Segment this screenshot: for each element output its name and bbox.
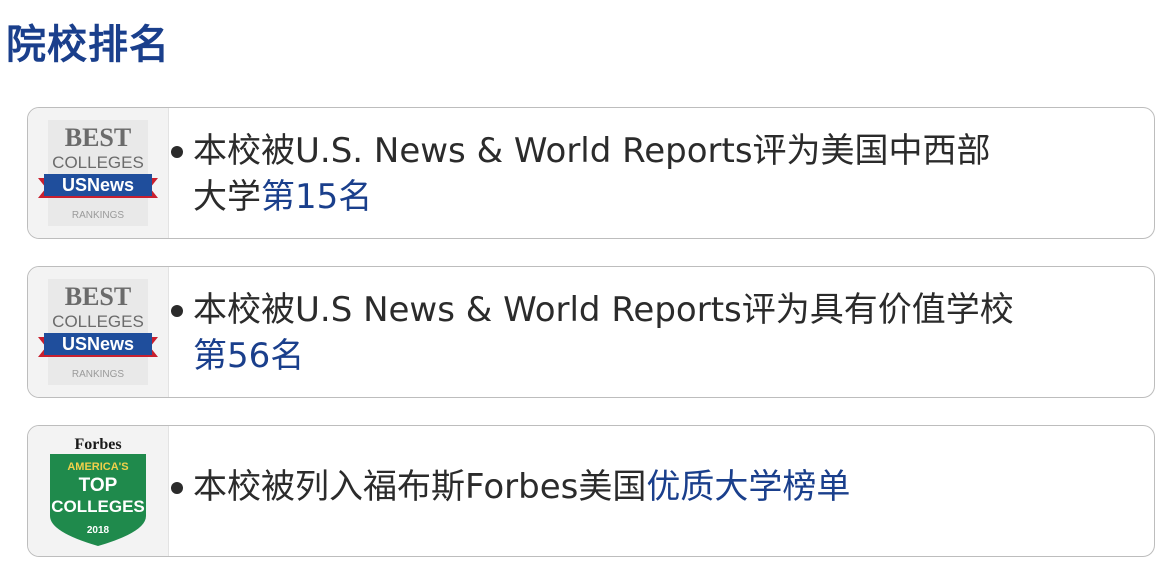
ranking-text: 本校被U.S News & World Reports评为具有价值学校 第56名 bbox=[171, 287, 1114, 379]
ranking-highlight: 第56名 bbox=[193, 336, 305, 376]
ranking-highlight: 优质大学榜单 bbox=[646, 467, 851, 507]
ranking-prefix: 本校被U.S News & World Reports评为具有价值学校 bbox=[193, 290, 1014, 330]
usnews-best-colleges-badge: BEST COLLEGES USNews RANKINGS bbox=[38, 279, 158, 385]
svg-text:USNews: USNews bbox=[62, 334, 134, 354]
ranking-line2: 大学 bbox=[193, 177, 261, 217]
forbes-top-colleges-badge: Forbes AMERICA'S TOP COLLEGES 2018 bbox=[50, 436, 146, 546]
ranking-card: BEST COLLEGES USNews RANKINGS 本校被U.S. Ne… bbox=[27, 107, 1155, 239]
ranking-text: 本校被列入福布斯Forbes美国优质大学榜单 bbox=[171, 464, 1114, 510]
svg-text:USNews: USNews bbox=[62, 175, 134, 195]
svg-text:Forbes: Forbes bbox=[74, 436, 121, 453]
usnews-best-colleges-badge: BEST COLLEGES USNews RANKINGS bbox=[38, 120, 158, 226]
badge-container: Forbes AMERICA'S TOP COLLEGES 2018 bbox=[28, 426, 169, 556]
svg-text:COLLEGES: COLLEGES bbox=[52, 153, 144, 172]
badge-container: BEST COLLEGES USNews RANKINGS bbox=[28, 108, 169, 238]
ranking-highlight: 第15名 bbox=[261, 177, 373, 217]
badge-container: BEST COLLEGES USNews RANKINGS bbox=[28, 267, 169, 397]
svg-text:TOP: TOP bbox=[79, 475, 118, 496]
bullet-icon bbox=[171, 146, 183, 158]
svg-text:COLLEGES: COLLEGES bbox=[52, 312, 144, 331]
ranking-prefix: 本校被列入福布斯Forbes美国 bbox=[193, 467, 647, 507]
bullet-icon bbox=[171, 482, 183, 494]
svg-text:2018: 2018 bbox=[87, 525, 110, 536]
svg-text:BEST: BEST bbox=[65, 123, 132, 152]
svg-text:RANKINGS: RANKINGS bbox=[72, 210, 125, 221]
ranking-card: Forbes AMERICA'S TOP COLLEGES 2018 本校被列入… bbox=[27, 425, 1155, 557]
bullet-icon bbox=[171, 305, 183, 317]
ranking-prefix: 本校被U.S. News & World Reports评为美国中西部 bbox=[193, 131, 991, 171]
svg-text:RANKINGS: RANKINGS bbox=[72, 369, 125, 380]
ranking-text: 本校被U.S. News & World Reports评为美国中西部 大学第1… bbox=[171, 128, 1114, 220]
svg-text:BEST: BEST bbox=[65, 282, 132, 311]
ranking-card: BEST COLLEGES USNews RANKINGS 本校被U.S New… bbox=[27, 266, 1155, 398]
svg-text:COLLEGES: COLLEGES bbox=[51, 497, 145, 516]
svg-text:AMERICA'S: AMERICA'S bbox=[67, 461, 128, 473]
page-title: 院校排名 bbox=[6, 22, 170, 68]
